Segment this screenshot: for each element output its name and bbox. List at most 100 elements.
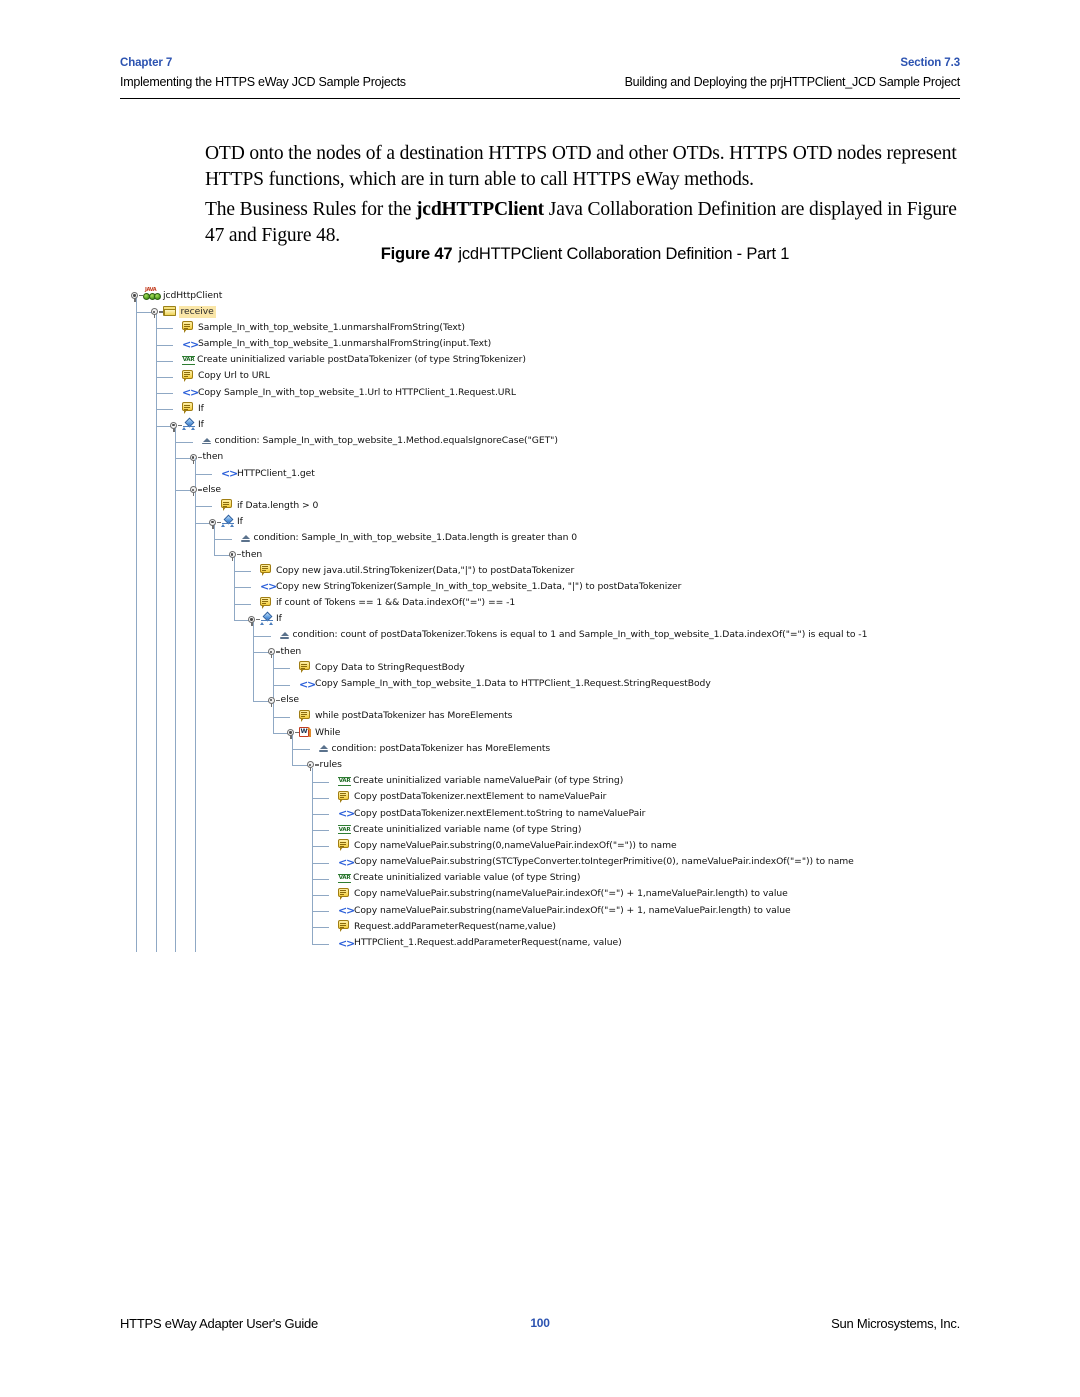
tree-row[interactable]: <> Copy Sample_In_with_top_website_1.Url … (131, 385, 961, 401)
tree-row[interactable]: VAR Create uninitialized variable nameVal… (131, 774, 961, 790)
body-paragraph-2: The Business Rules for the jcdHTTPClient… (205, 197, 965, 250)
tree-connector (311, 814, 329, 815)
tree-row-label: If (198, 402, 204, 414)
tree-row[interactable]: else (131, 482, 961, 498)
header-divider (120, 98, 960, 99)
tree-row[interactable]: condition: count of postDataTokenizer.To… (131, 628, 961, 644)
tree-expander-toggle[interactable] (209, 518, 221, 529)
tree-row-label: else (280, 694, 300, 706)
tree-row[interactable]: Copy nameValuePair.substring(nameValuePa… (131, 887, 961, 903)
tree-expander-toggle[interactable] (287, 728, 299, 740)
tree-row-label: Create uninitialized variable value (of … (353, 872, 581, 884)
tree-row-label: condition: Sample_In_with_top_website_1.… (214, 435, 558, 447)
tree-row[interactable]: JAVA jcdHttpClient (131, 288, 961, 304)
tree-row[interactable]: Copy nameValuePair.substring(0,nameValue… (131, 838, 961, 854)
tree-row[interactable]: <> Copy Sample_In_with_top_website_1.Data… (131, 668, 961, 693)
figure-caption: Figure 47 jcdHTTPClient Collaboration Def… (205, 245, 965, 264)
tree-expander-toggle[interactable] (248, 615, 260, 626)
footer-company: Sun Microsystems, Inc. (831, 1316, 960, 1331)
tree-row[interactable]: condition: Sample_In_with_top_website_1.… (131, 531, 961, 547)
tree-row[interactable]: <> Sample_In_with_top_website_1.unmarshal… (131, 337, 961, 353)
tree-row-label: While (315, 726, 341, 738)
tree-row[interactable]: VAR Create uninitialized variable name (o… (131, 822, 961, 838)
tree-row[interactable]: if Data.length > 0 (131, 498, 961, 514)
condition-icon (201, 437, 213, 447)
tree-connector (194, 506, 212, 508)
business-rule-icon (299, 661, 311, 674)
tree-row[interactable]: If (131, 611, 961, 628)
tree-row[interactable]: <> HTTPClient_1.get (131, 458, 961, 482)
decision-icon (221, 514, 235, 529)
tree-row-label: Sample_In_with_top_website_1.unmarshalFr… (198, 338, 492, 350)
tree-expander-toggle[interactable] (131, 291, 143, 302)
tree-connector (155, 393, 173, 395)
tree-row[interactable]: if count of Tokens == 1 && Data.indexOf(… (131, 596, 961, 612)
tree-connector (311, 943, 329, 945)
tree-row[interactable]: <> Copy new StringTokenizer(Sample_In_wit… (131, 579, 961, 595)
tree-expander-toggle[interactable] (267, 696, 280, 707)
tree-row-label: Copy nameValuePair.substring(nameValuePa… (354, 888, 788, 900)
tree-row[interactable]: VAR Create uninitialized variable postDat… (131, 353, 961, 369)
tree-expander-toggle[interactable] (306, 760, 319, 772)
tree-expander-toggle[interactable] (228, 550, 241, 561)
tree-row[interactable]: condition: Sample_In_with_top_website_1.… (131, 434, 961, 450)
tree-row-label: Copy nameValuePair.substring(0,nameValue… (354, 839, 677, 851)
tree-row-label: if Data.length > 0 (237, 499, 319, 511)
tree-row[interactable]: If (131, 401, 961, 417)
tree-row[interactable]: condition: postDataTokenizer has MoreEle… (131, 741, 961, 757)
code-icon: <> (182, 386, 199, 400)
tree-connector (155, 360, 173, 362)
tree-row-label: Copy nameValuePair.substring(STCTypeConv… (354, 856, 854, 868)
tree-row-label: Copy new StringTokenizer(Sample_In_with_… (276, 580, 682, 592)
tree-connector (311, 927, 329, 929)
tree-row[interactable]: <> Copy nameValuePair.substring(nameValue… (131, 903, 961, 919)
tree-row-label: Copy new java.util.StringTokenizer(Data,… (276, 564, 575, 576)
tree-row[interactable]: Copy postDataTokenizer.nextElement to na… (131, 790, 961, 806)
chapter-subtitle: Implementing the HTTPS eWay JCD Sample P… (120, 75, 406, 89)
tree-row[interactable]: Copy Url to URL (131, 369, 961, 385)
tree-row[interactable]: Request.addParameterRequest(name,value) (131, 919, 961, 935)
decision-icon (182, 417, 196, 432)
tree-connector (311, 797, 329, 799)
tree-row[interactable]: then (131, 644, 961, 660)
header-subtitle-row: Implementing the HTTPS eWay JCD Sample P… (120, 75, 960, 90)
tree-row[interactable]: rules (131, 757, 961, 773)
tree-row[interactable]: Copy Data to StringRequestBody (131, 660, 961, 676)
tree-row[interactable]: If (131, 417, 961, 434)
tree-expander-toggle[interactable] (170, 421, 182, 432)
tree-expander-toggle[interactable] (267, 647, 280, 659)
tree-expander-toggle[interactable] (150, 307, 163, 319)
tree-row-label: Copy Sample_In_with_top_website_1.Url to… (198, 386, 516, 398)
tree-row-label: then (241, 548, 263, 560)
tree-row-label: receive (178, 305, 216, 318)
tree-row[interactable]: <> Copy postDataTokenizer.nextElement.toS… (131, 806, 961, 822)
tree-row[interactable]: Sample_In_with_top_website_1.unmarshalFr… (131, 320, 961, 336)
tree-row[interactable]: <> HTTPClient_1.Request.addParameterReque… (131, 927, 961, 952)
tree-row[interactable]: then (131, 450, 961, 466)
tree-row[interactable]: else (131, 693, 961, 709)
tree-row[interactable]: receive (131, 304, 961, 320)
tree-row[interactable]: VAR Create uninitialized variable value (… (131, 871, 961, 887)
collaboration-definition-tree: JAVA jcdHttpClient receive Sample_In_with_t… (131, 288, 961, 953)
tree-row-label: Copy Sample_In_with_top_website_1.Data t… (315, 678, 711, 689)
section-subtitle: Building and Deploying the prjHTTPClient… (624, 75, 961, 89)
tree-connector (175, 441, 193, 443)
tree-connector-elbow (194, 458, 196, 475)
tree-row[interactable]: while postDataTokenizer has MoreElements (131, 709, 961, 725)
tree-row-label: HTTPClient_1.get (237, 467, 315, 479)
tree-row[interactable]: W While (131, 725, 961, 741)
header-label-row: Chapter 7 Section 7.3 (120, 56, 960, 71)
code-icon: <> (338, 807, 355, 820)
tree-connector (311, 781, 329, 783)
tree-row[interactable]: If (131, 514, 961, 531)
page-footer: HTTPS eWay Adapter User's Guide 100 Sun … (120, 1316, 960, 1331)
business-rule-icon (182, 402, 194, 415)
code-icon: <> (299, 677, 316, 691)
tree-row-label: If (276, 613, 282, 625)
tree-row[interactable]: <> Copy nameValuePair.substring(STCTypeCo… (131, 855, 961, 871)
tree-expander-toggle[interactable] (189, 485, 202, 497)
tree-connector (272, 684, 290, 686)
tree-connector (155, 344, 173, 346)
tree-row[interactable]: then (131, 547, 961, 563)
tree-row[interactable]: Copy new java.util.StringTokenizer(Data,… (131, 563, 961, 579)
